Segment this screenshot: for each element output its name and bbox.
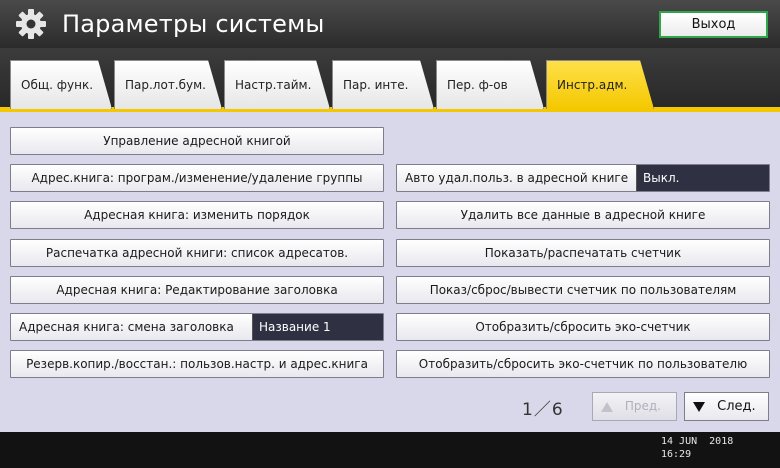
- delete-all-address-data-button[interactable]: Удалить все данные в адресной книге: [396, 201, 770, 229]
- prev-page-label: Пред.: [624, 399, 661, 413]
- switch-address-title-value: Название 1: [252, 314, 383, 340]
- gear-icon: [16, 9, 46, 39]
- next-page-button[interactable]: След.: [684, 392, 769, 421]
- triangle-down-icon: [693, 401, 705, 412]
- auto-delete-user-label: Авто удал.польз. в адресной книге: [405, 171, 629, 185]
- print-address-list-button[interactable]: Распечатка адресной книги: список адреса…: [10, 239, 384, 267]
- exit-button[interactable]: Выход: [659, 11, 768, 38]
- date-text: 14 JUN 2018: [661, 436, 734, 447]
- address-book-group-program-button[interactable]: Адрес.книга: програм./изменение/удаление…: [10, 164, 384, 192]
- tab-file-transfer[interactable]: Пер. ф-ов: [436, 60, 544, 109]
- prev-page-button: Пред.: [592, 392, 677, 421]
- tab-general-functions[interactable]: Общ. функ.: [10, 60, 112, 109]
- per-user-counter-button[interactable]: Показ/сброс/вывести счетчик по пользоват…: [396, 276, 770, 304]
- triangle-up-icon: [601, 401, 613, 412]
- switch-address-title-button[interactable]: Адресная книга: смена заголовка Название…: [10, 313, 384, 341]
- page-indicator: 1／6: [522, 400, 564, 420]
- header-bar: Параметры системы Выход: [0, 0, 780, 48]
- tab-paper-tray[interactable]: Пар.лот.бум.: [114, 60, 222, 109]
- tab-admin-tools[interactable]: Инстр.адм.: [546, 60, 654, 109]
- address-book-management-button[interactable]: Управление адресной книгой: [10, 127, 384, 155]
- eco-counter-button[interactable]: Отобразить/сбросить эко-счетчик: [396, 313, 770, 341]
- next-page-label: След.: [717, 399, 756, 414]
- date-time-display: 14 JUN 2018 16:29: [661, 435, 733, 461]
- tab-timer-settings[interactable]: Настр.тайм.: [224, 60, 330, 109]
- time-text: 16:29: [661, 449, 692, 460]
- auto-delete-user-button[interactable]: Авто удал.польз. в адресной книге Выкл.: [396, 164, 770, 192]
- auto-delete-user-value: Выкл.: [636, 165, 769, 191]
- settings-panel: [0, 112, 780, 432]
- address-book-change-order-button[interactable]: Адресная книга: изменить порядок: [10, 201, 384, 229]
- tab-interface[interactable]: Пар. инте.: [332, 60, 434, 109]
- per-user-eco-counter-button[interactable]: Отобразить/сбросить эко-счетчик по польз…: [396, 350, 770, 378]
- show-print-counter-button[interactable]: Показать/распечатать счетчик: [396, 239, 770, 267]
- page-title: Параметры системы: [62, 10, 325, 38]
- backup-restore-button[interactable]: Резерв.копир./восстан.: пользов.настр. и…: [10, 350, 384, 378]
- edit-address-title-button[interactable]: Адресная книга: Редактирование заголовка: [10, 276, 384, 304]
- switch-address-title-label: Адресная книга: смена заголовка: [19, 320, 234, 334]
